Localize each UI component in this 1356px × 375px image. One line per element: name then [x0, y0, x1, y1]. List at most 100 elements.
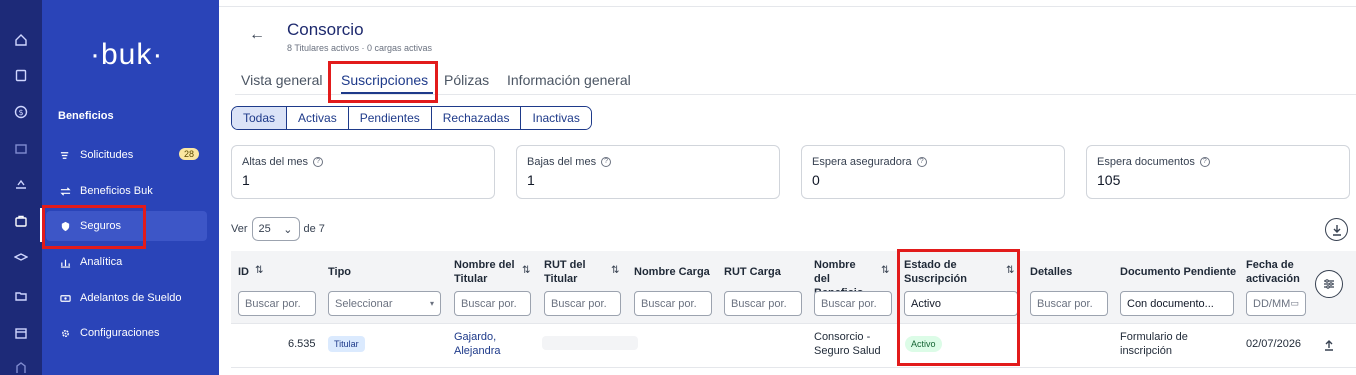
- cell-titular-line2[interactable]: Alejandra: [454, 344, 500, 358]
- download-icon: [1332, 224, 1341, 236]
- filter-select-tipo[interactable]: Seleccionar ▾: [328, 291, 441, 316]
- col-header-fecha-activacion[interactable]: Fecha de activación: [1246, 258, 1301, 286]
- section-title: Beneficios: [58, 110, 114, 122]
- highlight-annotation: [897, 249, 1020, 366]
- sort-icon[interactable]: ⇅: [881, 265, 889, 276]
- sidebar-item-solicitudes[interactable]: Solicitudes 28: [46, 140, 207, 170]
- cell-documento-line1: Formulario de: [1120, 331, 1188, 343]
- chevron-down-icon: ▾: [429, 299, 434, 308]
- back-arrow-icon[interactable]: ←: [249, 26, 265, 44]
- filter-activas[interactable]: Activas: [286, 107, 348, 129]
- col-header-nombre-carga[interactable]: Nombre Carga: [634, 265, 710, 279]
- info-icon[interactable]: ?: [313, 157, 324, 167]
- upload-icon[interactable]: [1323, 338, 1335, 351]
- stat-value: 105: [1097, 172, 1121, 188]
- sidebar-item-analitica[interactable]: Analítica: [46, 247, 207, 277]
- main-content: ← Consorcio 8 Titulares activos · 0 carg…: [219, 0, 1356, 375]
- svg-text:$: $: [18, 108, 23, 117]
- stat-value: 1: [527, 172, 535, 188]
- highlight-annotation: [328, 61, 438, 103]
- redacted-rut: [542, 336, 638, 350]
- sidebar-item-beneficios-buk[interactable]: Beneficios Buk: [46, 176, 207, 206]
- dollar-icon[interactable]: $: [14, 105, 28, 119]
- stat-value: 1: [242, 172, 250, 188]
- folder-icon[interactable]: [14, 289, 28, 303]
- column-settings-button[interactable]: [1315, 270, 1343, 298]
- filter-input-nombre-beneficio[interactable]: Buscar por.: [814, 291, 892, 316]
- home-icon[interactable]: [14, 33, 28, 47]
- building-icon[interactable]: [14, 361, 28, 375]
- divider: [219, 6, 1356, 7]
- stat-card-bajas: Bajas del mes? 1: [516, 145, 780, 199]
- clipboard-icon[interactable]: [14, 68, 28, 82]
- divider: [231, 367, 1356, 368]
- filter-input-fecha[interactable]: DD/MM ▭: [1246, 291, 1306, 316]
- calendar-icon: ▭: [1290, 298, 1299, 308]
- bank-icon[interactable]: [14, 141, 28, 155]
- sort-icon[interactable]: ⇅: [522, 265, 530, 276]
- sidebar-item-adelantos[interactable]: Adelantos de Sueldo: [46, 283, 207, 313]
- filter-input-nombre-carga[interactable]: Buscar por.: [634, 291, 712, 316]
- buk-logo[interactable]: ·buk·: [90, 38, 163, 72]
- filter-inactivas[interactable]: Inactivas: [520, 107, 591, 129]
- date-placeholder: DD/MM: [1253, 297, 1291, 310]
- stat-label: Espera documentos: [1097, 156, 1195, 168]
- store-icon[interactable]: [14, 326, 28, 340]
- info-icon[interactable]: ?: [916, 157, 927, 167]
- filter-input-nombre-titular[interactable]: Buscar por.: [454, 291, 531, 316]
- filter-select-documento[interactable]: Con documento...: [1120, 291, 1234, 316]
- cell-id: 6.535: [288, 338, 316, 350]
- sort-icon[interactable]: ⇅: [255, 265, 263, 276]
- filter-input-detalles[interactable]: Buscar por.: [1030, 291, 1108, 316]
- page-size-select[interactable]: 25 ⌄: [251, 217, 300, 241]
- sort-icon[interactable]: ⇅: [611, 265, 619, 276]
- filter-input-id[interactable]: Buscar por.: [238, 291, 316, 316]
- pager-suffix: de 7: [303, 223, 325, 235]
- col-header-documento-pendiente[interactable]: Documento Pendiente: [1120, 265, 1236, 279]
- filter-pendientes[interactable]: Pendientes: [347, 107, 431, 129]
- info-icon[interactable]: ?: [601, 157, 612, 167]
- gear-icon: [58, 326, 72, 340]
- tab-vista-general[interactable]: Vista general: [241, 70, 322, 90]
- sidebar-item-label: Analítica: [80, 256, 123, 268]
- sidebar-item-label: Solicitudes: [80, 149, 134, 161]
- col-header-detalles[interactable]: Detalles: [1030, 265, 1072, 279]
- page-size-value: 25: [258, 223, 271, 235]
- hand-heart-icon[interactable]: [14, 177, 28, 191]
- col-header-nombre-titular[interactable]: Nombre del Titular: [454, 258, 516, 286]
- stat-card-espera-documentos: Espera documentos? 105: [1086, 145, 1350, 199]
- banknote-icon: [58, 291, 72, 305]
- sidebar-item-label: Beneficios Buk: [80, 185, 153, 197]
- divider: [231, 323, 1356, 324]
- page-subtitle: 8 Titulares activos · 0 cargas activas: [287, 43, 433, 53]
- sidebar-item-configuraciones[interactable]: Configuraciones: [46, 318, 207, 348]
- sidebar-item-label: Adelantos de Sueldo: [80, 292, 182, 304]
- chevron-down-icon: ⌄: [283, 223, 293, 236]
- swap-arrows-icon: [58, 184, 72, 198]
- bar-chart-icon: [58, 255, 72, 269]
- page-title: Consorcio: [287, 20, 364, 39]
- briefcase-icon[interactable]: [14, 214, 28, 228]
- tab-informacion-general[interactable]: Información general: [507, 70, 631, 90]
- pager-prefix: Ver: [231, 223, 248, 235]
- tab-polizas[interactable]: Pólizas: [444, 70, 489, 90]
- filter-input-rut-carga[interactable]: Buscar por.: [724, 291, 802, 316]
- filter-todas[interactable]: Todas: [232, 107, 287, 129]
- stat-label: Espera aseguradora: [812, 156, 912, 168]
- info-icon[interactable]: ?: [1199, 157, 1210, 167]
- stat-value: 0: [812, 172, 820, 188]
- filter-input-rut-titular[interactable]: Buscar por.: [544, 291, 621, 316]
- col-header-tipo[interactable]: Tipo: [328, 265, 351, 279]
- sidebar-item-label: Configuraciones: [80, 327, 160, 339]
- filter-rechazadas[interactable]: Rechazadas: [430, 107, 521, 129]
- graduation-icon[interactable]: [14, 251, 28, 265]
- stat-label: Altas del mes: [242, 156, 309, 168]
- col-header-rut-titular[interactable]: RUT del Titular: [544, 258, 594, 286]
- cell-beneficio-line2: Seguro Salud: [814, 345, 881, 357]
- col-header-rut-carga[interactable]: RUT Carga: [724, 265, 781, 279]
- col-header-id[interactable]: ID: [238, 265, 249, 279]
- download-button[interactable]: [1325, 218, 1348, 241]
- count-badge: 28: [178, 148, 199, 160]
- cell-beneficio-line1: Consorcio -: [814, 331, 871, 343]
- cell-titular-line1[interactable]: Gajardo,: [454, 330, 496, 344]
